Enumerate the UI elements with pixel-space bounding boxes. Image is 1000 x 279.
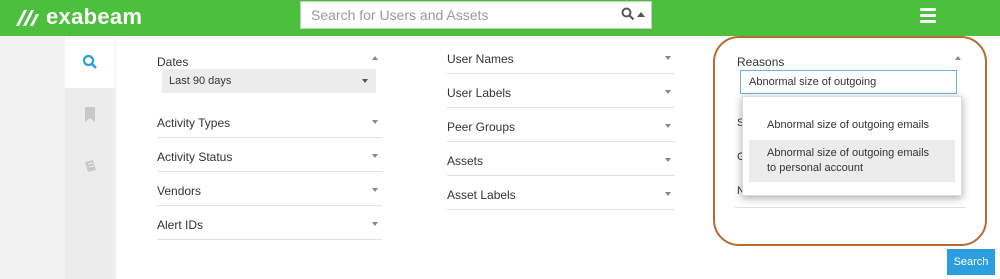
filter-label: Activity Types bbox=[157, 116, 231, 130]
autocomplete-option[interactable]: Abnormal size of outgoing emails bbox=[749, 112, 955, 139]
filter-label: Activity Status bbox=[157, 150, 233, 164]
search-icon bbox=[82, 54, 97, 69]
filter-user-labels[interactable]: User Labels bbox=[447, 76, 675, 108]
top-bar: exabeam bbox=[0, 0, 1000, 36]
filter-peer-groups[interactable]: Peer Groups bbox=[447, 110, 675, 142]
bookmark-icon bbox=[85, 106, 95, 122]
caret-down-icon bbox=[372, 188, 378, 192]
left-rail bbox=[65, 36, 115, 279]
search-input[interactable] bbox=[301, 2, 601, 28]
filter-label: Assets bbox=[447, 154, 484, 168]
logo-text: exabeam bbox=[46, 4, 143, 29]
filter-user-names[interactable]: User Names bbox=[447, 42, 675, 74]
filter-label: Peer Groups bbox=[447, 120, 516, 134]
logo[interactable]: exabeam bbox=[14, 4, 142, 30]
filter-label: User Labels bbox=[447, 86, 512, 100]
menu-icon[interactable] bbox=[920, 8, 936, 24]
search-tools bbox=[621, 7, 645, 21]
caret-down-icon bbox=[372, 120, 378, 124]
dates-select[interactable]: Last 90 days bbox=[162, 69, 376, 93]
caret-down-icon bbox=[372, 222, 378, 226]
rail-bookmarks[interactable] bbox=[65, 88, 115, 140]
autocomplete-option[interactable]: Abnormal size of outgoing emails to pers… bbox=[749, 140, 955, 182]
filter-label: User Names bbox=[447, 52, 514, 66]
caret-up-icon[interactable] bbox=[637, 11, 645, 17]
book-icon bbox=[84, 159, 96, 172]
caret-down-icon bbox=[665, 56, 671, 60]
reasons-input[interactable] bbox=[740, 70, 957, 94]
divider bbox=[735, 207, 965, 208]
caret-down-icon bbox=[665, 124, 671, 128]
filter-assets[interactable]: Assets bbox=[447, 144, 675, 176]
filter-alert-ids[interactable]: Alert IDs bbox=[157, 208, 382, 240]
filter-vendors[interactable]: Vendors bbox=[157, 174, 382, 206]
caret-up-icon bbox=[955, 56, 961, 60]
rail-notebook[interactable] bbox=[65, 140, 115, 192]
filter-activity-types[interactable]: Activity Types bbox=[157, 106, 382, 138]
dates-value: Last 90 days bbox=[169, 75, 232, 87]
caret-down-icon bbox=[665, 90, 671, 94]
exabeam-logo-icon bbox=[16, 10, 39, 26]
filter-label: Asset Labels bbox=[447, 188, 516, 202]
dates-label: Dates bbox=[157, 55, 189, 69]
caret-down-icon bbox=[362, 79, 368, 83]
caret-up-icon bbox=[372, 56, 378, 60]
global-search bbox=[300, 1, 652, 29]
caret-down-icon bbox=[665, 192, 671, 196]
caret-down-icon bbox=[665, 158, 671, 162]
reasons-label: Reasons bbox=[737, 55, 785, 69]
caret-down-icon bbox=[372, 154, 378, 158]
search-icon[interactable] bbox=[621, 7, 635, 21]
filter-activity-status[interactable]: Activity Status bbox=[157, 140, 382, 172]
search-button[interactable]: Search bbox=[947, 249, 995, 275]
filter-label: Alert IDs bbox=[157, 218, 204, 232]
filter-asset-labels[interactable]: Asset Labels bbox=[447, 178, 675, 210]
filter-label: Vendors bbox=[157, 184, 202, 198]
reasons-autocomplete: Abnormal size of outgoing emails Abnorma… bbox=[742, 96, 962, 196]
rail-search[interactable] bbox=[65, 36, 115, 88]
